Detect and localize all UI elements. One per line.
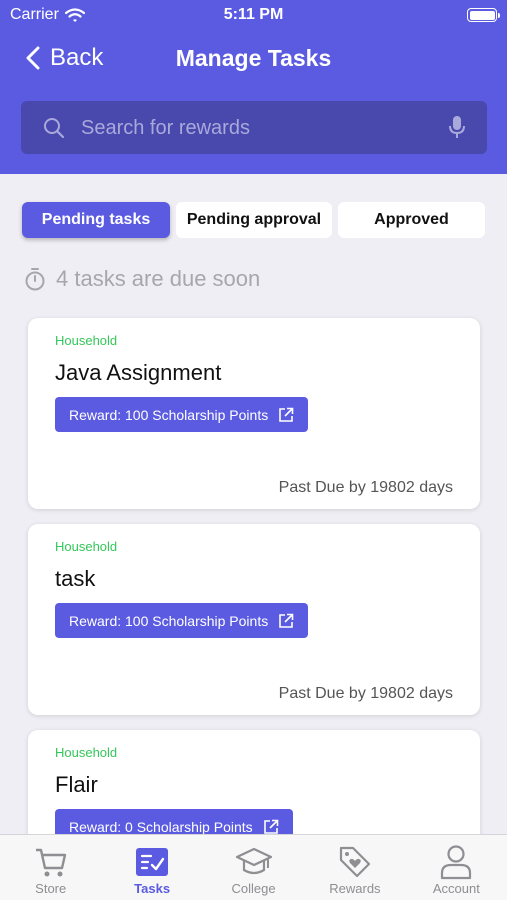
timer-icon <box>25 268 45 291</box>
status-bar: Carrier 5:11 PM <box>0 0 507 30</box>
tab-bar-label: Store <box>35 881 67 896</box>
person-icon <box>441 845 472 880</box>
search-input[interactable] <box>81 111 431 145</box>
task-category: Household <box>55 745 118 760</box>
tab-bar-college[interactable]: College <box>203 835 304 900</box>
task-card[interactable]: Household Java Assignment Reward: 100 Sc… <box>28 318 480 509</box>
reward-label: Reward: 100 Scholarship Points <box>69 612 269 629</box>
reward-button[interactable]: Reward: 100 Scholarship Points <box>55 397 309 432</box>
external-link-icon <box>279 407 294 422</box>
task-due-status: Past Due by 19802 days <box>278 685 453 702</box>
reward-label: Reward: 100 Scholarship Points <box>69 406 269 423</box>
tasks-icon <box>136 848 169 876</box>
task-card[interactable]: Household task Reward: 100 Scholarship P… <box>28 524 480 715</box>
task-name: Flair <box>55 772 98 797</box>
tab-bar-store[interactable]: Store <box>0 835 101 900</box>
bottom-tab-bar: Store Tasks College Rewards Account <box>0 834 507 900</box>
reward-label: Reward: 0 Scholarship Points <box>69 818 253 835</box>
task-due-status: Past Due by 19802 days <box>278 479 453 496</box>
battery-icon <box>467 8 500 22</box>
tab-bar-tasks[interactable]: Tasks <box>101 835 202 900</box>
tab-approved[interactable]: Approved <box>337 202 485 238</box>
task-category: Household <box>55 333 118 348</box>
external-link-icon <box>263 819 278 834</box>
due-soon-text: 4 tasks are due soon <box>56 266 261 291</box>
task-filter-tabs: Pending tasks Pending approval Approved <box>22 202 485 238</box>
tab-bar-label: Rewards <box>329 881 381 896</box>
nav-bar: Back Manage Tasks <box>0 36 507 80</box>
cart-icon <box>35 848 66 877</box>
search-icon <box>44 118 65 139</box>
search-bar[interactable] <box>21 101 487 154</box>
tab-pending-approval[interactable]: Pending approval <box>176 202 332 238</box>
tab-bar-label: College <box>231 881 276 896</box>
status-time: 5:11 PM <box>223 6 284 23</box>
tab-pending-tasks[interactable]: Pending tasks <box>22 202 171 238</box>
tab-bar-label: Account <box>432 881 480 896</box>
due-soon-notice: 4 tasks are due soon <box>24 266 260 292</box>
reward-button[interactable]: Reward: 100 Scholarship Points <box>55 603 309 638</box>
graduation-cap-icon <box>235 847 272 875</box>
task-name: Java Assignment <box>55 360 222 385</box>
tab-bar-rewards[interactable]: Rewards <box>304 835 405 900</box>
page-title: Manage Tasks <box>175 45 332 71</box>
task-name: task <box>55 566 96 591</box>
tag-heart-icon <box>339 846 371 878</box>
microphone-icon[interactable] <box>449 115 465 139</box>
header: Carrier 5:11 PM Back Manage Tasks <box>0 0 507 174</box>
task-category: Household <box>55 539 118 554</box>
tab-bar-label: Tasks <box>134 881 171 896</box>
external-link-icon <box>279 613 294 628</box>
tab-bar-account[interactable]: Account <box>406 835 507 900</box>
